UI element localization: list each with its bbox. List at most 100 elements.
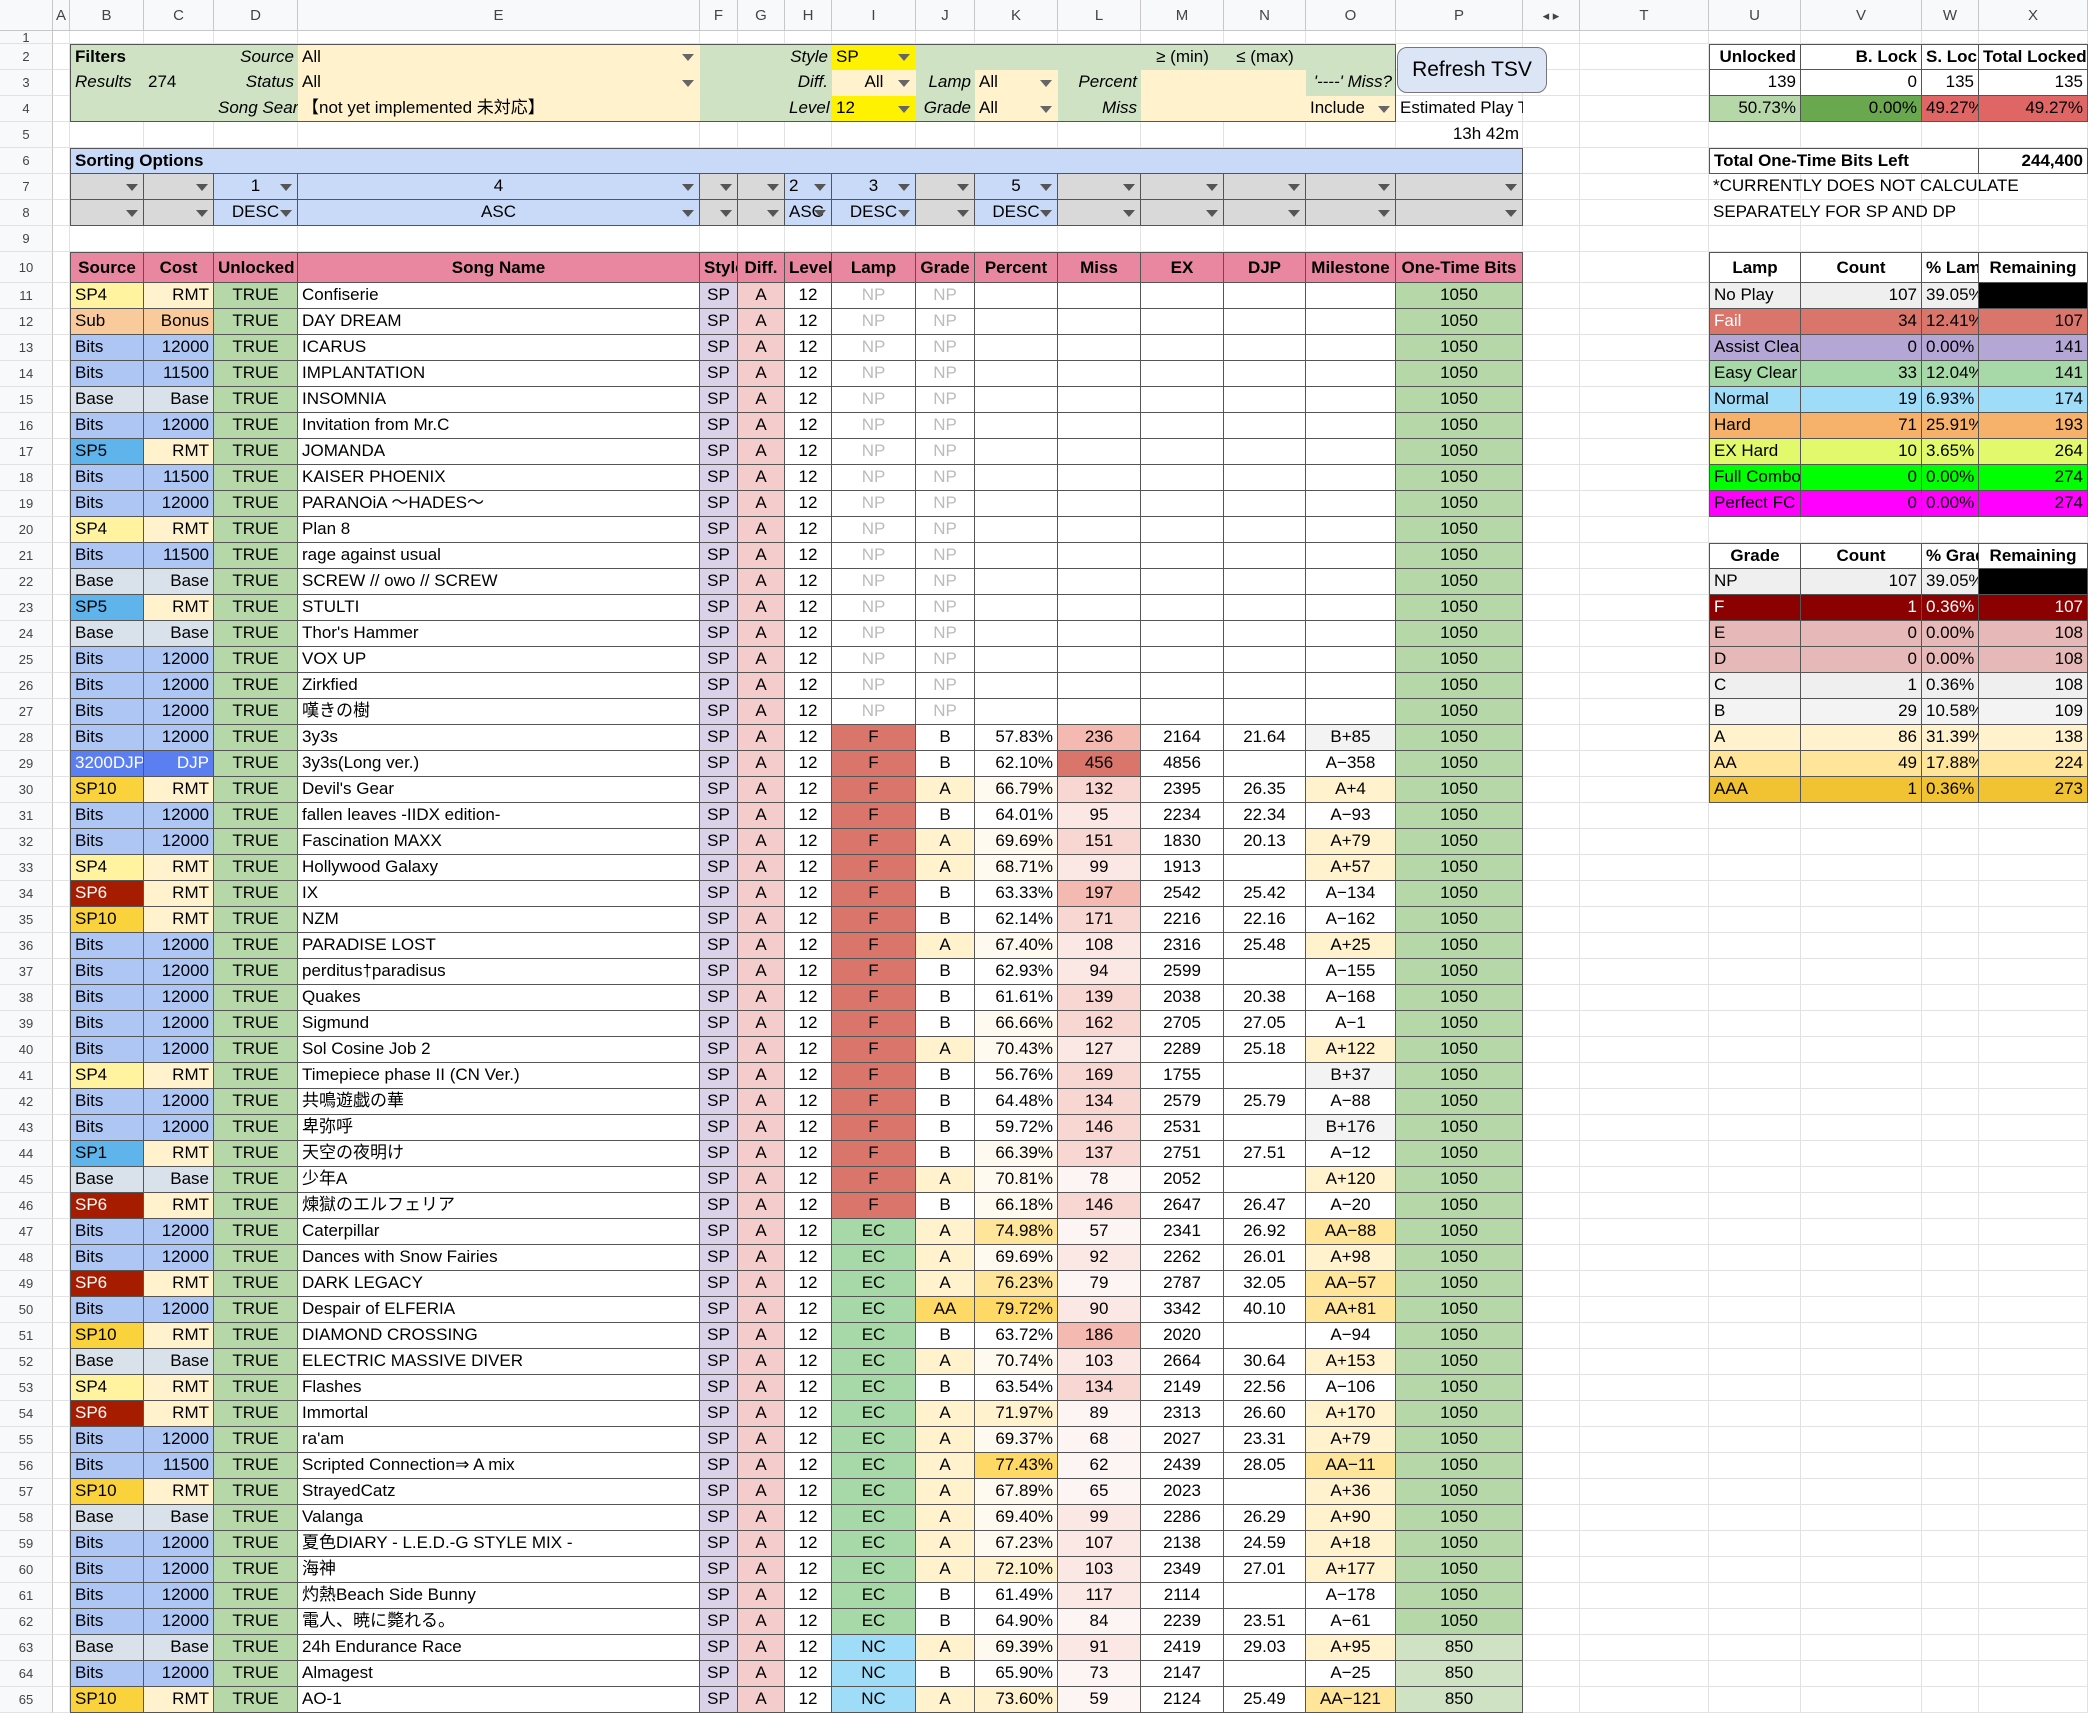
row-number[interactable]: 24 bbox=[0, 621, 53, 647]
unlocked-checkbox[interactable]: TRUE bbox=[214, 1479, 298, 1505]
row-number[interactable]: 56 bbox=[0, 1453, 53, 1479]
row-number[interactable]: 23 bbox=[0, 595, 53, 621]
unlocked-checkbox[interactable]: TRUE bbox=[214, 647, 298, 673]
unlocked-checkbox[interactable]: TRUE bbox=[214, 1219, 298, 1245]
chevron-down-icon[interactable] bbox=[1288, 210, 1300, 217]
sort-dropdown[interactable] bbox=[1396, 200, 1523, 226]
row-number[interactable]: 32 bbox=[0, 829, 53, 855]
row-number[interactable]: 51 bbox=[0, 1323, 53, 1349]
chevron-down-icon[interactable] bbox=[814, 184, 826, 191]
unlocked-checkbox[interactable]: TRUE bbox=[214, 1661, 298, 1687]
unlocked-checkbox[interactable]: TRUE bbox=[214, 517, 298, 543]
table-header-milestone[interactable]: Milestone bbox=[1306, 252, 1396, 283]
table-header-style[interactable]: Style bbox=[700, 252, 738, 283]
chevron-down-icon[interactable] bbox=[126, 184, 138, 191]
chevron-down-icon[interactable] bbox=[1505, 184, 1517, 191]
row-number[interactable]: 45 bbox=[0, 1167, 53, 1193]
chevron-down-icon[interactable] bbox=[1206, 184, 1218, 191]
row-number[interactable]: 35 bbox=[0, 907, 53, 933]
unlocked-checkbox[interactable]: TRUE bbox=[214, 1089, 298, 1115]
unlocked-checkbox[interactable]: TRUE bbox=[214, 1167, 298, 1193]
percent-range-input[interactable] bbox=[1141, 70, 1306, 96]
chevron-down-icon[interactable] bbox=[1505, 210, 1517, 217]
chevron-down-icon[interactable] bbox=[1040, 80, 1052, 87]
unlocked-checkbox[interactable]: TRUE bbox=[214, 777, 298, 803]
chevron-down-icon[interactable] bbox=[682, 210, 694, 217]
row-number[interactable]: 41 bbox=[0, 1063, 53, 1089]
row-number[interactable]: 59 bbox=[0, 1531, 53, 1557]
column-header[interactable]: N bbox=[1224, 0, 1306, 31]
unlocked-checkbox[interactable]: TRUE bbox=[214, 1245, 298, 1271]
column-header[interactable]: W bbox=[1922, 0, 1979, 31]
row-number[interactable]: 18 bbox=[0, 465, 53, 491]
unlocked-checkbox[interactable]: TRUE bbox=[214, 1063, 298, 1089]
row-number[interactable]: 19 bbox=[0, 491, 53, 517]
unlocked-checkbox[interactable]: TRUE bbox=[214, 1557, 298, 1583]
table-header-level[interactable]: Level bbox=[785, 252, 832, 283]
row-number[interactable]: 9 bbox=[0, 226, 53, 252]
unlocked-checkbox[interactable]: TRUE bbox=[214, 1193, 298, 1219]
unlocked-checkbox[interactable]: TRUE bbox=[214, 855, 298, 881]
chevron-down-icon[interactable] bbox=[957, 210, 969, 217]
unlocked-checkbox[interactable]: TRUE bbox=[214, 1271, 298, 1297]
unlocked-checkbox[interactable]: TRUE bbox=[214, 1505, 298, 1531]
row-number[interactable]: 38 bbox=[0, 985, 53, 1011]
row-number[interactable]: 36 bbox=[0, 933, 53, 959]
table-header-ex[interactable]: EX bbox=[1141, 252, 1224, 283]
unlocked-checkbox[interactable]: TRUE bbox=[214, 543, 298, 569]
unlocked-checkbox[interactable]: TRUE bbox=[214, 1453, 298, 1479]
unlocked-checkbox[interactable]: TRUE bbox=[214, 1427, 298, 1453]
row-number[interactable]: 27 bbox=[0, 699, 53, 725]
song-search-input[interactable]: 【not yet implemented 未対応】 bbox=[298, 96, 700, 122]
chevron-down-icon[interactable] bbox=[1040, 184, 1052, 191]
row-number[interactable]: 8 bbox=[0, 200, 53, 226]
row-number[interactable]: 16 bbox=[0, 413, 53, 439]
row-number[interactable]: 21 bbox=[0, 543, 53, 569]
row-number[interactable]: 40 bbox=[0, 1037, 53, 1063]
column-header[interactable]: H bbox=[785, 0, 832, 31]
unlocked-checkbox[interactable]: TRUE bbox=[214, 959, 298, 985]
status-filter[interactable]: All bbox=[298, 70, 700, 96]
unlocked-checkbox[interactable]: TRUE bbox=[214, 673, 298, 699]
row-number[interactable]: 55 bbox=[0, 1427, 53, 1453]
row-number[interactable]: 13 bbox=[0, 335, 53, 361]
chevron-down-icon[interactable] bbox=[898, 80, 910, 87]
unlocked-checkbox[interactable]: TRUE bbox=[214, 725, 298, 751]
chevron-down-icon[interactable] bbox=[280, 184, 292, 191]
row-number[interactable]: 1 bbox=[0, 31, 53, 44]
unlocked-checkbox[interactable]: TRUE bbox=[214, 1297, 298, 1323]
row-number[interactable]: 4 bbox=[0, 96, 53, 122]
row-number[interactable]: 33 bbox=[0, 855, 53, 881]
unlocked-checkbox[interactable]: TRUE bbox=[214, 1323, 298, 1349]
unlocked-checkbox[interactable]: TRUE bbox=[214, 829, 298, 855]
source-filter[interactable]: All bbox=[298, 44, 700, 70]
unlocked-checkbox[interactable]: TRUE bbox=[214, 1115, 298, 1141]
chevron-down-icon[interactable] bbox=[682, 80, 694, 87]
unlocked-checkbox[interactable]: TRUE bbox=[214, 439, 298, 465]
row-number[interactable]: 22 bbox=[0, 569, 53, 595]
row-number[interactable]: 50 bbox=[0, 1297, 53, 1323]
table-header-djp[interactable]: DJP bbox=[1224, 252, 1306, 283]
row-number[interactable]: 46 bbox=[0, 1193, 53, 1219]
column-header[interactable]: C bbox=[144, 0, 214, 31]
row-number[interactable]: 39 bbox=[0, 1011, 53, 1037]
chevron-down-icon[interactable] bbox=[720, 210, 732, 217]
table-header-percent[interactable]: Percent bbox=[975, 252, 1058, 283]
unlocked-checkbox[interactable]: TRUE bbox=[214, 595, 298, 621]
unlocked-checkbox[interactable]: TRUE bbox=[214, 283, 298, 309]
refresh-tsv-button[interactable]: Refresh TSV bbox=[1397, 47, 1547, 93]
chevron-down-icon[interactable] bbox=[682, 54, 694, 61]
table-header-miss[interactable]: Miss bbox=[1058, 252, 1141, 283]
table-header-source[interactable]: Source bbox=[70, 252, 144, 283]
chevron-down-icon[interactable] bbox=[898, 210, 910, 217]
table-header-cost[interactable]: Cost bbox=[144, 252, 214, 283]
row-number[interactable]: 49 bbox=[0, 1271, 53, 1297]
row-number[interactable]: 30 bbox=[0, 777, 53, 803]
table-header-lamp[interactable]: Lamp bbox=[832, 252, 916, 283]
row-number[interactable]: 52 bbox=[0, 1349, 53, 1375]
column-header[interactable]: D bbox=[214, 0, 298, 31]
row-number[interactable]: 26 bbox=[0, 673, 53, 699]
unlocked-checkbox[interactable]: TRUE bbox=[214, 361, 298, 387]
unlocked-checkbox[interactable]: TRUE bbox=[214, 881, 298, 907]
row-number[interactable]: 2 bbox=[0, 44, 53, 70]
